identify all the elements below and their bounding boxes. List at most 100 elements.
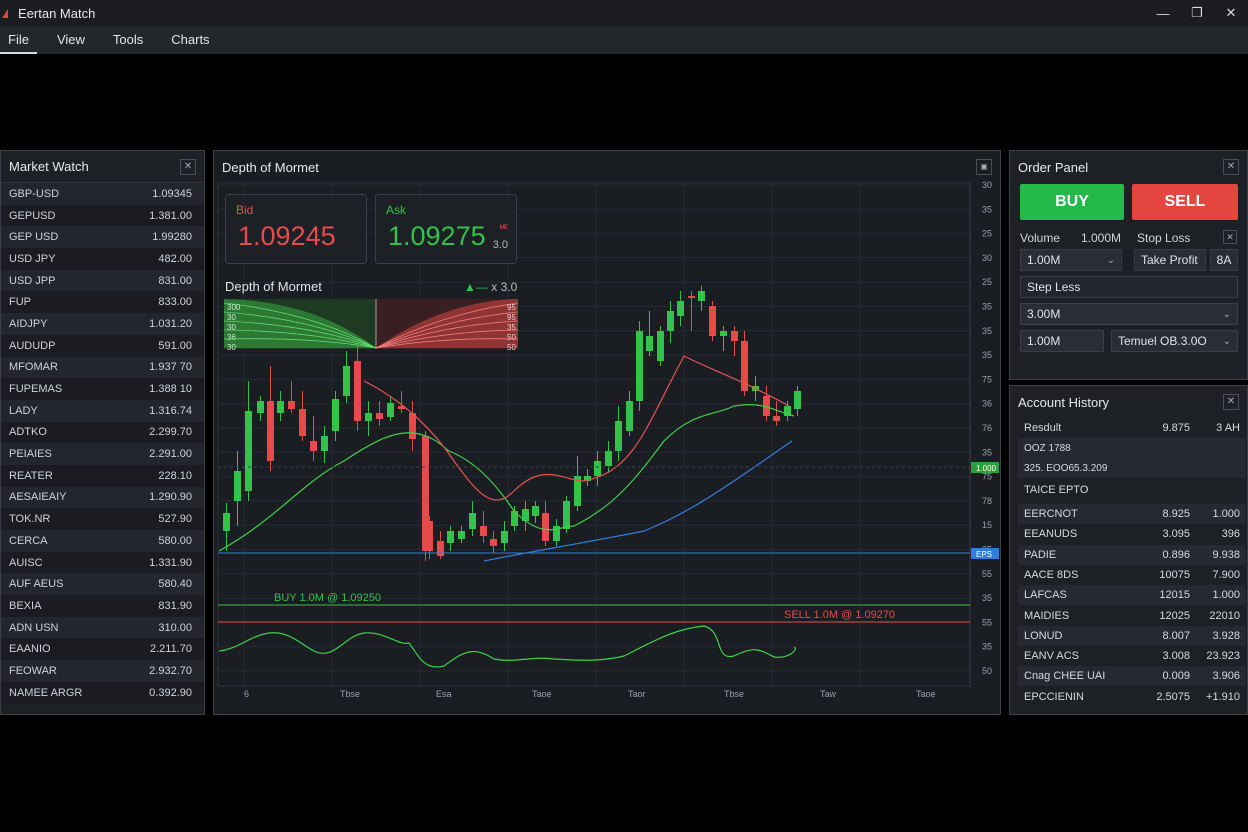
history-cell: 8.925: [1162, 508, 1190, 520]
take-profit-field[interactable]: 8A: [1210, 249, 1238, 271]
amount-input[interactable]: 1.00M: [1020, 330, 1104, 352]
history-cell: EEANUDS: [1024, 528, 1078, 541]
sell-button[interactable]: SELL: [1132, 184, 1238, 220]
market-watch-row[interactable]: CERCA 580.00: [1, 530, 204, 552]
candle-body: [321, 436, 328, 451]
menu-file[interactable]: File: [0, 26, 37, 54]
candle-body: [605, 451, 612, 466]
history-sub-row: OOZ 1788: [1018, 438, 1246, 458]
y-tick-label: 55: [982, 617, 992, 627]
history-row[interactable]: EEANUDS 3.095 396: [1018, 524, 1246, 545]
market-watch-row[interactable]: AUF AEUS 580.40: [1, 573, 204, 596]
market-watch-row[interactable]: AUISC 1.331.90: [1, 551, 204, 574]
x-tick-label: Taw: [820, 689, 837, 699]
market-watch-row[interactable]: GEPUSD 1.381.00: [1, 204, 204, 227]
history-row[interactable]: EANV ACS 3.008 23.923: [1018, 646, 1246, 667]
market-watch-row[interactable]: USD JPY 482.00: [1, 248, 204, 270]
price: 831.00: [158, 274, 192, 287]
candle-body: [310, 441, 317, 451]
title-bar: Eertan Match — ❐ ✕: [0, 0, 1248, 26]
menu-view[interactable]: View: [49, 26, 93, 54]
history-sub-2: 325. EOO65.3.209: [1024, 462, 1108, 474]
market-watch-row[interactable]: GEP USD 1.99280: [1, 226, 204, 249]
order-type-select[interactable]: Temuel OB.3.0O ⌄: [1111, 330, 1238, 352]
symbol: REATER: [9, 469, 53, 482]
menu-charts[interactable]: Charts: [163, 26, 217, 54]
history-cell: 0.896: [1162, 548, 1190, 561]
history-row[interactable]: LONUD 8.007 3.928: [1018, 625, 1246, 646]
y-tick-label: 35: [982, 302, 992, 312]
history-row[interactable]: AACE 8DS 10075 7.900: [1018, 564, 1246, 585]
market-watch-row[interactable]: MFOMAR 1.937 70: [1, 356, 204, 379]
ask-box[interactable]: Ask 1.09275 ᴹᴱ 3.0: [375, 194, 517, 264]
candle-body: [709, 306, 716, 336]
price: 310.00: [158, 621, 192, 634]
order-panel: Order Panel ✕ BUY SELL Volume 1.000M Sto…: [1009, 150, 1248, 380]
price: 482.00: [158, 252, 192, 265]
x-tick-label: Taoe: [532, 689, 552, 699]
history-row[interactable]: EPCCIENIN 2.5075 +1.910: [1018, 686, 1246, 707]
history-row[interactable]: EERCNOT 8.925 1.000: [1018, 504, 1246, 524]
market-watch-row[interactable]: AESAIEAIY 1.290.90: [1, 486, 204, 509]
price: 1.388 10: [149, 383, 192, 396]
history-header-row: Resdult 9.875 3 AH: [1018, 418, 1246, 438]
candle-body: [688, 296, 695, 298]
market-watch-row[interactable]: REATER 228.10: [1, 464, 204, 487]
amount-value: 1.00M: [1027, 334, 1061, 348]
market-watch-row[interactable]: USD JPP 831.00: [1, 269, 204, 292]
sell-order-label: SELL 1.0M @ 1.09270: [784, 609, 895, 621]
history-cell: EERCNOT: [1024, 508, 1078, 520]
market-watch-row[interactable]: EAANIO 2.211.70: [1, 638, 204, 661]
market-watch-row[interactable]: NAMEE ARGR 0.392.90: [1, 681, 204, 704]
market-watch-row[interactable]: TOK.NR 527.90: [1, 508, 204, 530]
price: 2.299.70: [149, 426, 192, 439]
chevron-down-icon: ⌄: [1106, 254, 1115, 266]
price: 1.99280: [152, 231, 192, 244]
market-watch-row[interactable]: FUP 833.00: [1, 291, 204, 314]
history-cell: +1.910: [1206, 690, 1240, 703]
symbol: AUF AEUS: [9, 578, 64, 591]
y-tick-label: 35: [982, 447, 992, 457]
symbol: GBP-USD: [9, 187, 60, 200]
history-row[interactable]: PADIE 0.896 9.938: [1018, 544, 1246, 565]
candle-body: [542, 513, 549, 541]
market-watch-row[interactable]: FUPEMAS 1.388 10: [1, 378, 204, 400]
close-icon[interactable]: ✕: [180, 158, 196, 175]
market-watch-row[interactable]: BEXIA 831.90: [1, 595, 204, 617]
close-icon[interactable]: ✕: [1214, 0, 1248, 26]
restore-icon[interactable]: ❐: [1180, 0, 1214, 26]
history-cell: 8.007: [1162, 629, 1190, 642]
volume-select[interactable]: 1.00M ⌄: [1020, 249, 1122, 271]
history-row[interactable]: LAFCAS 12015 1.000: [1018, 585, 1246, 606]
symbol: AESAIEAIY: [9, 491, 67, 504]
candle-body: [490, 539, 497, 546]
depth-marker: ▲— x 3.0: [464, 280, 518, 294]
history-row[interactable]: Cnag CHEE UAI 0.009 3.906: [1018, 666, 1246, 687]
buy-button[interactable]: BUY: [1020, 184, 1124, 220]
candle-body: [223, 513, 230, 531]
market-watch-row[interactable]: ADN USN 310.00: [1, 616, 204, 639]
minimize-icon[interactable]: —: [1146, 0, 1180, 26]
history-row[interactable]: MAIDIES 12025 22010: [1018, 605, 1246, 626]
x-tick-label: Taoe: [916, 689, 936, 699]
close-icon[interactable]: ✕: [1223, 394, 1239, 410]
symbol: AUDUDP: [9, 339, 56, 352]
market-watch-row[interactable]: GBP-USD 1.09345: [1, 183, 204, 205]
candle-body: [376, 413, 383, 419]
price: 2.932.70: [149, 664, 192, 677]
menu-tools[interactable]: Tools: [105, 26, 151, 54]
market-watch-row[interactable]: AIDJPY 1.031.20: [1, 313, 204, 335]
close-icon[interactable]: ✕: [1223, 159, 1239, 175]
bid-box[interactable]: Bid 1.09245: [225, 194, 367, 264]
market-watch-row[interactable]: LADY 1.316.74: [1, 399, 204, 422]
stop-loss-toggle-icon[interactable]: ✕: [1223, 230, 1237, 244]
candle-body: [343, 366, 350, 396]
history-cell: LONUD: [1024, 629, 1063, 642]
market-watch-row[interactable]: AUDUDP 591.00: [1, 334, 204, 357]
market-watch-row[interactable]: ADTKO 2.299.70: [1, 421, 204, 444]
take-profit-button[interactable]: Take Profit: [1134, 249, 1206, 271]
step-select[interactable]: 3.00M ⌄: [1020, 303, 1238, 325]
market-watch-row[interactable]: PEIAIES 2.291.00: [1, 443, 204, 465]
account-history-panel: Account History ✕ Resdult 9.875 3 AH OOZ…: [1009, 385, 1248, 715]
market-watch-row[interactable]: FEOWAR 2.932.70: [1, 660, 204, 682]
